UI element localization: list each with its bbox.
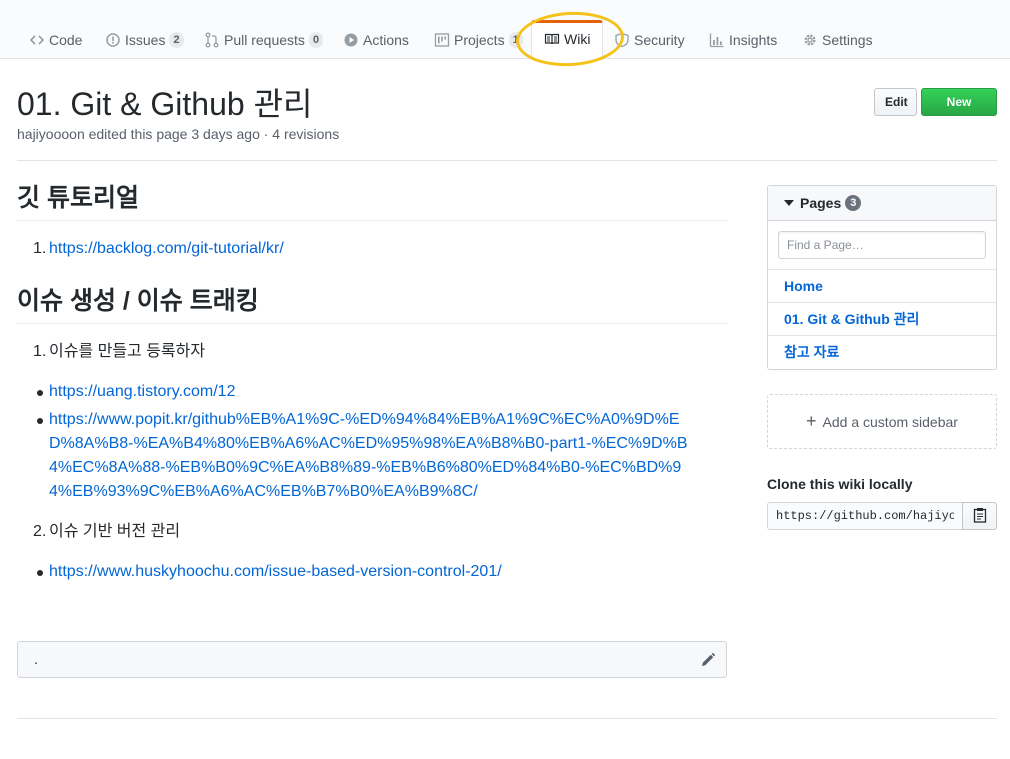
pages-count: 3	[845, 195, 862, 211]
tab-insights[interactable]: Insights	[709, 23, 777, 59]
section-heading-issue-tracking: 이슈 생성 / 이슈 트래킹	[17, 283, 727, 324]
list-number: 1.	[33, 343, 47, 360]
tab-projects[interactable]: Projects 1	[434, 23, 523, 59]
wiki-body: 깃 튜토리얼 1. https://backlog.com/git-tutori…	[17, 180, 727, 584]
bullet-dot	[37, 570, 43, 576]
tab-label: Actions	[363, 32, 409, 48]
tab-label: Wiki	[564, 31, 591, 47]
list-number: 2.	[33, 523, 47, 540]
tab-label: Issues	[125, 32, 166, 48]
section-heading-git-tutorial: 깃 튜토리얼	[17, 180, 727, 221]
link-popit-github[interactable]: https://www.popit.kr/github%EB%A1%9C-%ED…	[49, 408, 689, 504]
tab-actions[interactable]: Actions	[343, 23, 409, 59]
pencil-icon[interactable]	[700, 652, 716, 668]
wiki-footer: .	[17, 641, 727, 678]
footer-divider	[17, 718, 997, 719]
bullet-dot	[37, 390, 43, 396]
clone-url-input[interactable]	[767, 502, 963, 530]
clone-title: Clone this wiki locally	[767, 476, 913, 492]
list-item: 1. https://backlog.com/git-tutorial/kr/	[17, 237, 727, 261]
list-item-text: 이슈를 만들고 등록하자	[49, 343, 206, 360]
triangle-down-icon	[784, 200, 794, 206]
tab-label: Code	[49, 32, 83, 48]
page-edit-meta[interactable]: hajiyoooon edited this page 3 days ago ·…	[17, 126, 339, 142]
pull-requests-counter: 0	[308, 32, 324, 48]
list-item-text: 이슈 기반 버전 관리	[49, 523, 181, 540]
list-number: 1.	[33, 240, 47, 257]
pages-label: Pages	[800, 195, 842, 211]
shield-icon	[614, 32, 630, 48]
graph-icon	[709, 32, 725, 48]
tab-settings[interactable]: Settings	[802, 23, 873, 59]
bullet-item: https://www.popit.kr/github%EB%A1%9C-%ED…	[17, 408, 727, 504]
link-backlog-tutorial[interactable]: https://backlog.com/git-tutorial/kr/	[49, 240, 284, 257]
link-uang-tistory[interactable]: https://uang.tistory.com/12	[49, 383, 235, 400]
find-page-input[interactable]	[778, 231, 986, 259]
code-icon	[29, 32, 45, 48]
tab-label: Security	[634, 32, 685, 48]
play-icon	[343, 32, 359, 48]
project-icon	[434, 32, 450, 48]
list-item: 1. 이슈를 만들고 등록하자	[17, 340, 727, 364]
page-link-references[interactable]: 참고 자료	[768, 336, 996, 369]
projects-counter: 1	[508, 32, 523, 48]
tab-label: Projects	[454, 32, 505, 48]
page-title: 01. Git & Github 관리	[17, 86, 313, 122]
pages-toggle[interactable]: Pages 3	[768, 186, 996, 221]
header-divider	[17, 160, 997, 161]
book-icon	[544, 31, 560, 47]
tab-label: Insights	[729, 32, 778, 48]
gear-icon	[802, 32, 818, 48]
pull-request-icon	[204, 32, 220, 48]
new-page-button[interactable]: New Page	[921, 88, 997, 135]
tab-security[interactable]: Security	[614, 23, 685, 59]
plus-icon: +	[806, 411, 817, 431]
bullet-dot	[37, 418, 43, 424]
repo-nav: Code Issues 2 Pull requests 0 Actions Pr…	[0, 0, 1010, 60]
bullet-item: https://www.huskyhoochu.com/issue-based-…	[17, 560, 727, 584]
copy-clipboard-button[interactable]	[962, 502, 997, 530]
page-link-home[interactable]: Home	[768, 270, 996, 303]
edit-button[interactable]: Edit	[874, 88, 917, 116]
bullet-item: https://uang.tistory.com/12	[17, 380, 727, 404]
tab-label: Pull requests	[224, 32, 305, 48]
filter-wrap	[768, 221, 996, 270]
tab-label: Settings	[822, 32, 873, 48]
tab-wiki[interactable]: Wiki	[531, 20, 604, 60]
issues-counter: 2	[169, 32, 184, 48]
pages-box: Pages 3 Home 01. Git & Github 관리 참고 자료	[767, 185, 997, 370]
tab-pull-requests[interactable]: Pull requests 0	[204, 23, 324, 59]
add-custom-sidebar-button[interactable]: + Add a custom sidebar	[767, 394, 997, 449]
tab-code[interactable]: Code	[29, 23, 82, 59]
list-item: 2. 이슈 기반 버전 관리	[17, 520, 727, 544]
add-custom-sidebar-label: Add a custom sidebar	[822, 413, 958, 430]
issue-icon	[105, 32, 121, 48]
clipboard-icon	[973, 507, 987, 526]
link-huskyhoochu[interactable]: https://www.huskyhoochu.com/issue-based-…	[49, 563, 502, 580]
footer-text: .	[34, 651, 38, 667]
tab-issues[interactable]: Issues 2	[105, 23, 184, 59]
page-link-git-github[interactable]: 01. Git & Github 관리	[768, 303, 996, 336]
